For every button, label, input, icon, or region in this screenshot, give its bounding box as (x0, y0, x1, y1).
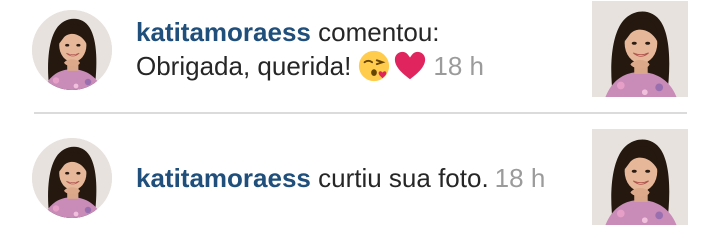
red-heart-emoji (395, 51, 426, 80)
timestamp: 18 h (494, 163, 546, 193)
notification-text: katitamoraess curtiu sua foto. 18 h (136, 161, 576, 195)
notification-row[interactable]: katitamoraess curtiu sua foto. 18 h (0, 114, 720, 240)
post-image (592, 1, 688, 97)
post-image (592, 129, 688, 225)
notification-text: katitamoraess comentou: Obrigada, querid… (136, 15, 576, 83)
username-link[interactable]: katitamoraess (136, 163, 311, 193)
comment-text: Obrigada, querida! (136, 51, 352, 81)
avatar-image (32, 138, 112, 218)
username-link[interactable]: katitamoraess (136, 17, 311, 47)
post-thumbnail[interactable] (592, 129, 688, 225)
action-text: curtiu sua foto. (318, 163, 489, 193)
kiss-face-emoji (359, 50, 390, 82)
notification-row[interactable]: katitamoraess comentou: Obrigada, querid… (0, 0, 720, 110)
post-thumbnail[interactable] (592, 1, 688, 97)
activity-feed: katitamoraess comentou: Obrigada, querid… (0, 0, 720, 240)
user-avatar[interactable] (32, 10, 112, 90)
avatar-image (32, 10, 112, 90)
user-avatar[interactable] (32, 138, 112, 218)
timestamp: 18 h (433, 51, 484, 81)
action-text: comentou: (318, 17, 440, 47)
